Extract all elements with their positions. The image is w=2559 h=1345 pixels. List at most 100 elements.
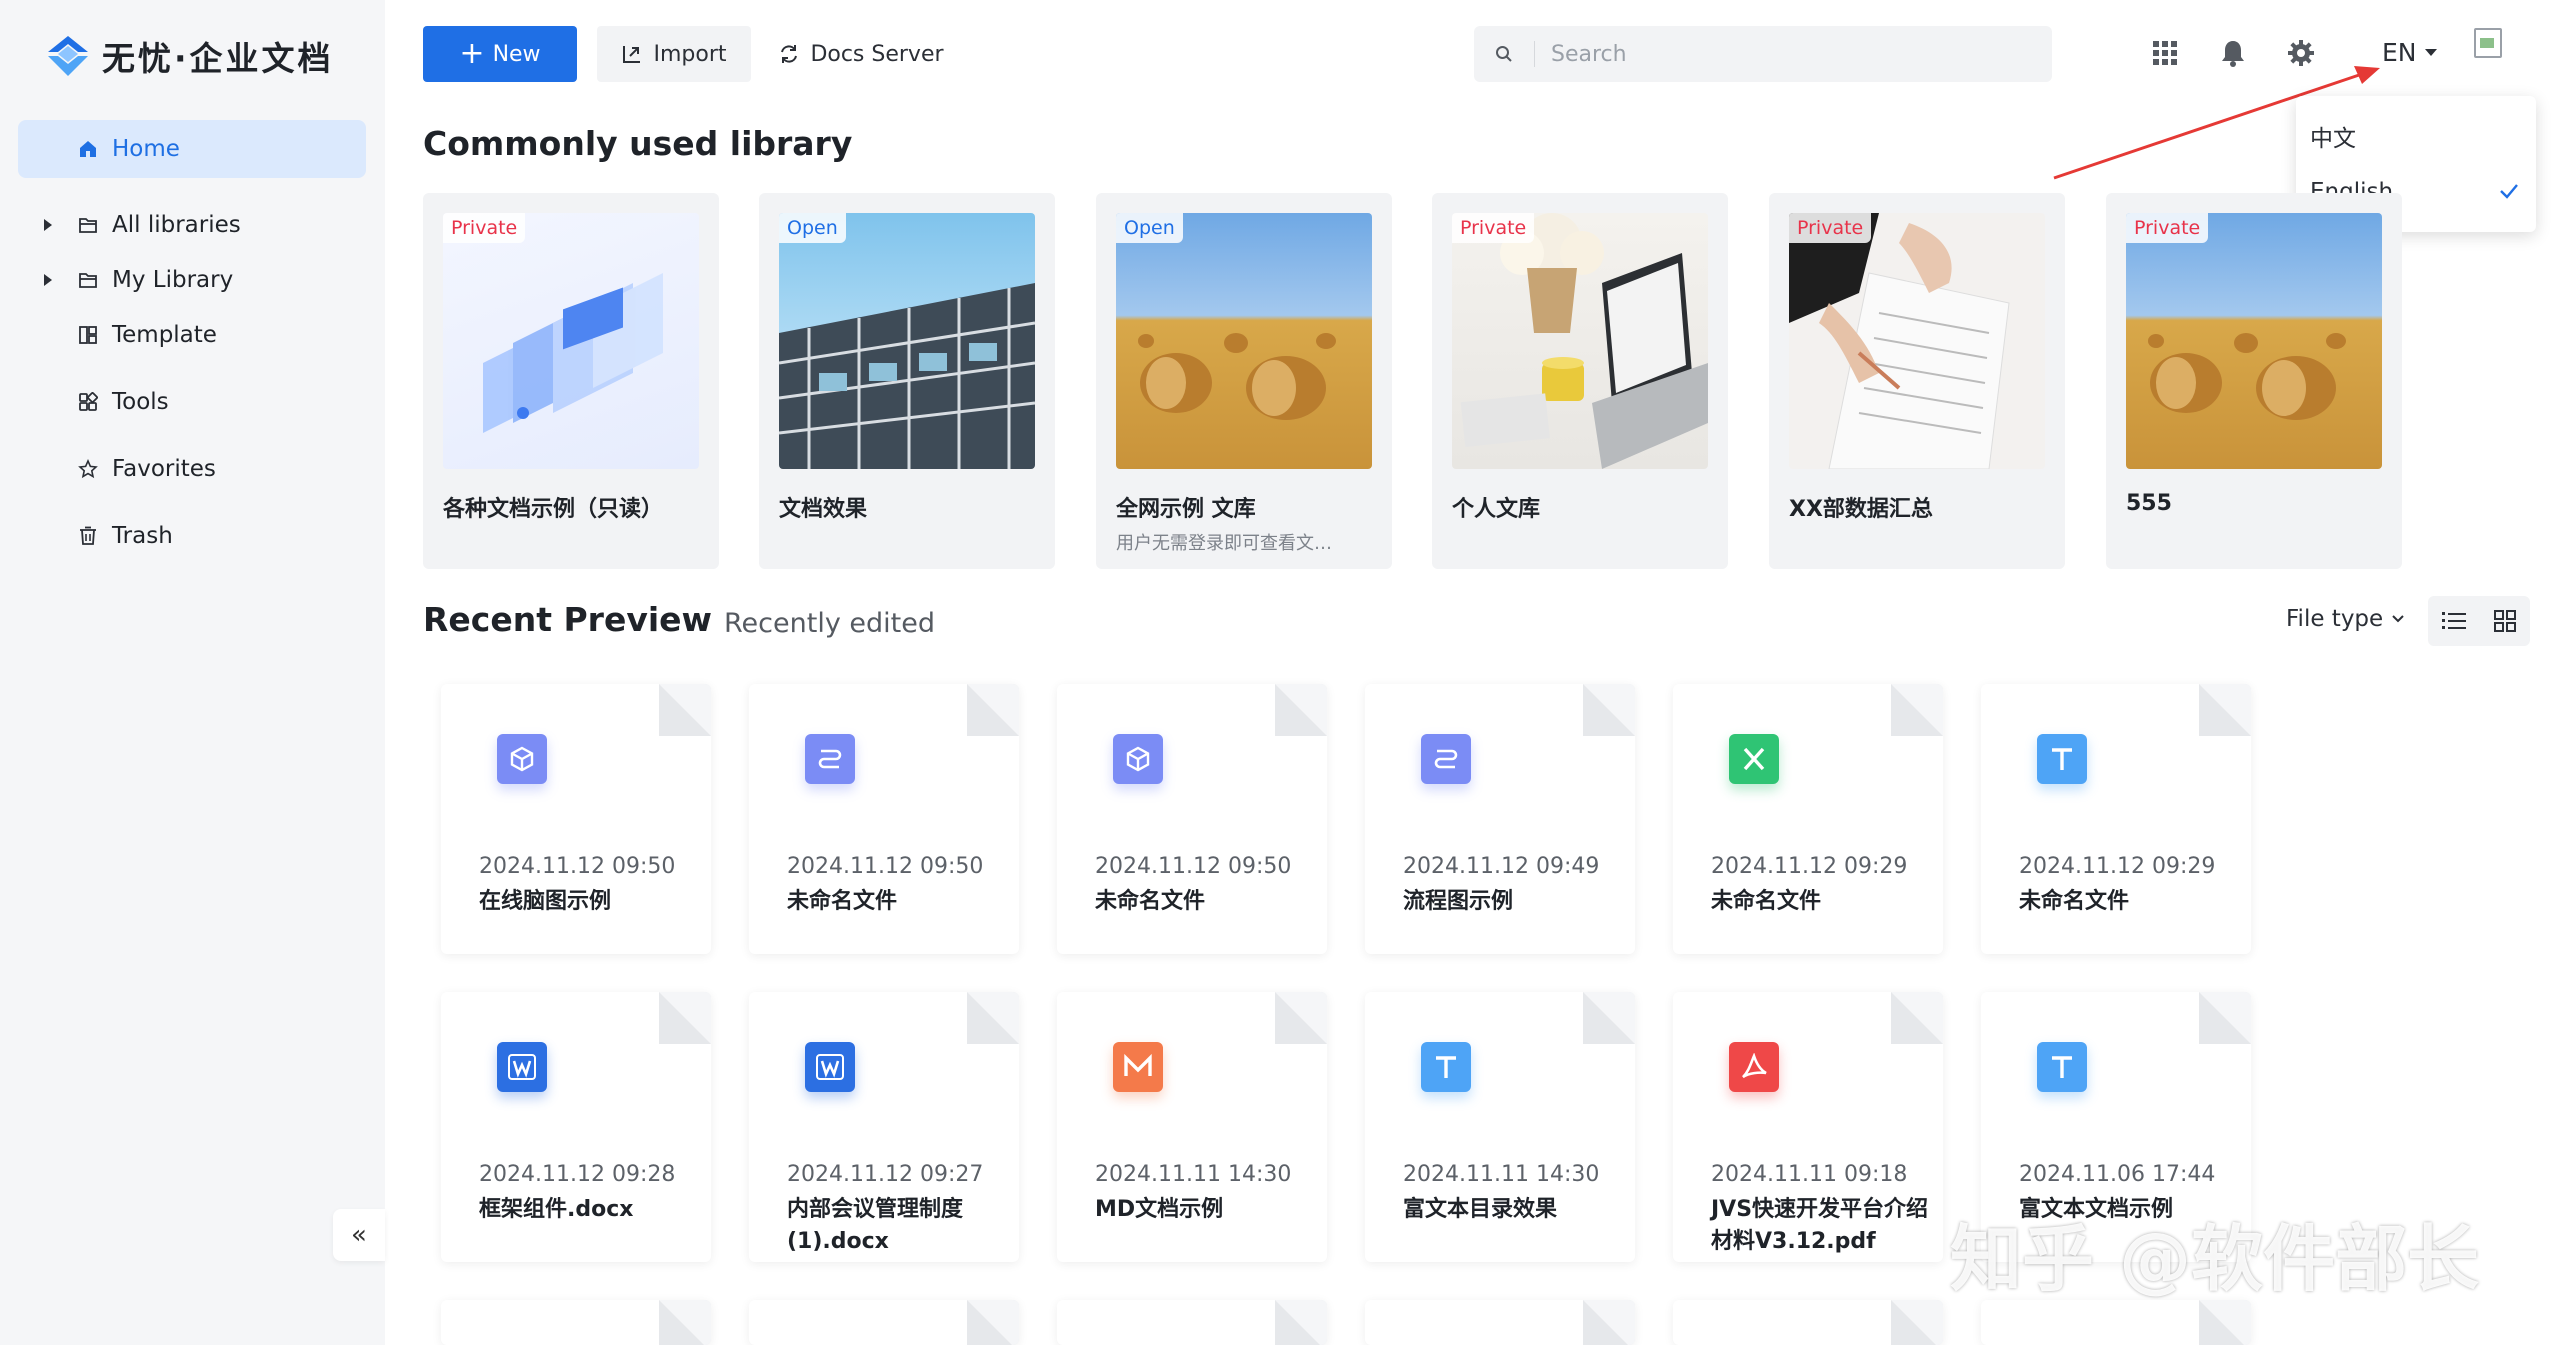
flowchart-icon bbox=[1421, 734, 1471, 784]
page-fold-decoration bbox=[1891, 992, 1943, 1044]
logo-text: 无忧·企业文档 bbox=[102, 39, 334, 78]
sidebar-item-trash[interactable]: Trash bbox=[18, 507, 366, 565]
file-modified-time: 2024.11.11 14:30 bbox=[1095, 1162, 1292, 1187]
library-badge: Private bbox=[443, 213, 526, 243]
library-card[interactable]: Private XX部数据汇总 bbox=[1769, 193, 2065, 569]
search-bar[interactable] bbox=[1474, 26, 2052, 82]
file-card[interactable]: 2024.11.12 09:27 内部会议管理制度(1).docx bbox=[749, 992, 1019, 1262]
page-fold-decoration bbox=[2199, 1300, 2251, 1345]
lang-option-label: 中文 bbox=[2310, 126, 2356, 152]
library-card[interactable]: Open 文档效果 bbox=[759, 193, 1055, 569]
library-description: 用户无需登录即可查看文… bbox=[1116, 533, 1332, 554]
sidebar-item-label: Home bbox=[112, 136, 180, 162]
file-modified-time: 2024.11.11 14:30 bbox=[1403, 1162, 1600, 1187]
page-fold-decoration bbox=[659, 684, 711, 736]
new-button[interactable]: + New bbox=[423, 26, 577, 82]
avatar[interactable] bbox=[2474, 28, 2502, 58]
file-card[interactable]: 2024.11.12 09:29 未命名文件 bbox=[1673, 684, 1943, 954]
sidebar-item-label: Template bbox=[112, 322, 217, 348]
library-card[interactable]: Open 全网示例 文库 用户无需登录即可查看文… bbox=[1096, 193, 1392, 569]
watermark: 知乎 @软件部长 bbox=[1950, 1217, 2480, 1301]
sidebar: 无忧·企业文档 Home All libraries My Library Te… bbox=[0, 0, 385, 1345]
file-card[interactable] bbox=[1365, 1300, 1635, 1345]
sidebar-item-all-libraries[interactable]: All libraries bbox=[18, 196, 366, 254]
expand-caret-icon[interactable] bbox=[44, 274, 52, 286]
file-name: JVS快速开发平台介绍材料V3.12.pdf bbox=[1711, 1197, 1929, 1254]
file-card[interactable]: 2024.11.12 09:50 未命名文件 bbox=[1057, 684, 1327, 954]
file-card[interactable] bbox=[1673, 1300, 1943, 1345]
library-name: XX部数据汇总 bbox=[1789, 497, 1933, 522]
file-card[interactable]: 2024.11.12 09:49 流程图示例 bbox=[1365, 684, 1635, 954]
library-card[interactable]: Private 个人文库 bbox=[1432, 193, 1728, 569]
file-card[interactable]: 2024.11.11 14:30 MD文档示例 bbox=[1057, 992, 1327, 1262]
recent-section-title: Recent Preview bbox=[423, 600, 713, 639]
grid-view-icon[interactable] bbox=[2488, 604, 2522, 638]
library-card[interactable]: Private 各种文档示例（只读） bbox=[423, 193, 719, 569]
mindmap-icon bbox=[497, 734, 547, 784]
mindmap-icon bbox=[1113, 734, 1163, 784]
language-switcher[interactable]: EN bbox=[2382, 38, 2437, 67]
file-card[interactable]: 2024.11.11 14:30 富文本目录效果 bbox=[1365, 992, 1635, 1262]
import-button-label: Import bbox=[653, 41, 727, 67]
page-fold-decoration bbox=[1275, 1300, 1327, 1345]
sidebar-item-tools[interactable]: Tools bbox=[18, 373, 366, 431]
library-cover-image: Private bbox=[1789, 213, 2045, 469]
page-fold-decoration bbox=[659, 992, 711, 1044]
library-cover-image: Private bbox=[443, 213, 699, 469]
page-fold-decoration bbox=[1275, 684, 1327, 736]
library-name: 全网示例 文库 bbox=[1116, 497, 1256, 522]
lang-option-chinese[interactable]: 中文 bbox=[2296, 108, 2536, 164]
page-fold-decoration bbox=[1891, 684, 1943, 736]
sidebar-nav: Home All libraries My Library Template T… bbox=[18, 120, 366, 574]
sidebar-item-label: Tools bbox=[112, 389, 169, 415]
sidebar-item-label: All libraries bbox=[112, 212, 241, 238]
file-modified-time: 2024.11.12 09:29 bbox=[1711, 854, 1908, 879]
docs-server-button[interactable]: Docs Server bbox=[771, 26, 951, 82]
page-fold-decoration bbox=[1583, 1300, 1635, 1345]
file-modified-time: 2024.11.12 09:50 bbox=[479, 854, 676, 879]
home-icon bbox=[80, 141, 96, 157]
library-cover-image: Open bbox=[1116, 213, 1372, 469]
library-card[interactable]: Private 555 bbox=[2106, 193, 2402, 569]
file-modified-time: 2024.11.12 09:49 bbox=[1403, 854, 1600, 879]
library-name: 文档效果 bbox=[779, 497, 868, 522]
page-fold-decoration bbox=[659, 1300, 711, 1345]
collapse-sidebar-button[interactable]: « bbox=[333, 1209, 385, 1261]
sidebar-item-favorites[interactable]: Favorites bbox=[18, 440, 366, 498]
list-view-icon[interactable] bbox=[2437, 604, 2471, 638]
file-modified-time: 2024.11.06 17:44 bbox=[2019, 1162, 2216, 1187]
search-input[interactable] bbox=[1551, 41, 2031, 67]
template-icon bbox=[79, 326, 97, 344]
brand-logo[interactable]: 无忧·企业文档 bbox=[44, 30, 334, 82]
richtext-file-icon bbox=[1421, 1042, 1471, 1092]
view-toggle bbox=[2428, 596, 2530, 646]
library-badge: Private bbox=[1789, 213, 1872, 243]
file-card[interactable] bbox=[1981, 1300, 2251, 1345]
search-icon bbox=[1474, 45, 1534, 63]
file-card[interactable]: 2024.11.12 09:29 未命名文件 bbox=[1981, 684, 2251, 954]
file-card[interactable] bbox=[1057, 1300, 1327, 1345]
file-type-filter[interactable]: File type bbox=[2286, 606, 2405, 632]
page-fold-decoration bbox=[967, 1300, 1019, 1345]
tab-recently-edited[interactable]: Recently edited bbox=[724, 608, 935, 639]
file-modified-time: 2024.11.12 09:28 bbox=[479, 1162, 676, 1187]
file-name: 未命名文件 bbox=[2019, 889, 2130, 914]
import-button[interactable]: Import bbox=[597, 26, 751, 82]
sidebar-item-label: Favorites bbox=[112, 456, 216, 482]
library-badge: Open bbox=[779, 213, 846, 243]
file-card[interactable] bbox=[749, 1300, 1019, 1345]
logo-icon bbox=[44, 32, 92, 80]
file-card[interactable]: 2024.11.12 09:50 未命名文件 bbox=[749, 684, 1019, 954]
file-card[interactable]: 2024.11.11 09:18 JVS快速开发平台介绍材料V3.12.pdf bbox=[1673, 992, 1943, 1262]
file-card[interactable]: 2024.11.12 09:28 框架组件.docx bbox=[441, 992, 711, 1262]
trash-icon bbox=[80, 526, 96, 545]
file-name: 富文本目录效果 bbox=[1403, 1197, 1558, 1222]
file-card[interactable] bbox=[441, 1300, 711, 1345]
sidebar-item-my-library[interactable]: My Library bbox=[18, 251, 366, 309]
sidebar-item-home[interactable]: Home bbox=[18, 120, 366, 178]
file-card[interactable]: 2024.11.12 09:50 在线脑图示例 bbox=[441, 684, 711, 954]
sync-icon bbox=[781, 45, 798, 63]
star-icon bbox=[78, 459, 98, 479]
sidebar-item-template[interactable]: Template bbox=[18, 306, 366, 364]
expand-caret-icon[interactable] bbox=[44, 219, 52, 231]
